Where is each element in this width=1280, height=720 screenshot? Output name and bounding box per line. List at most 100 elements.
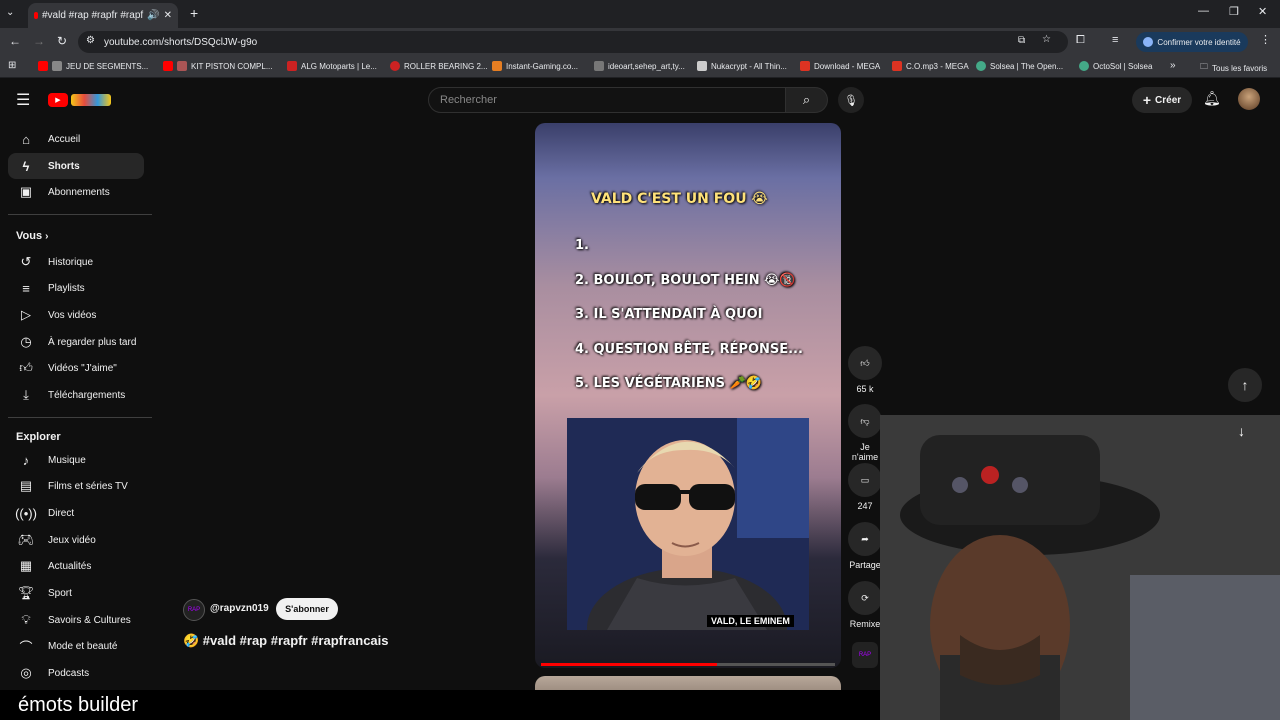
close-window-icon[interactable]: ✕ [1258, 5, 1267, 18]
short-video-player[interactable]: VALD C'EST UN FOU 😭 1. 2. BOULOT, BOULOT… [535, 123, 841, 668]
shorts-icon: ϟ [22, 158, 30, 174]
previous-short-button[interactable]: ↑ [1228, 368, 1262, 402]
search-input[interactable]: Rechercher [428, 87, 786, 113]
bookmark-item[interactable]: Solsea | The Open... [976, 61, 1063, 71]
audio-source-thumbnail[interactable]: RAP [852, 642, 878, 668]
more-bookmarks-icon[interactable]: » [1170, 60, 1176, 71]
like-button[interactable]: 👍︎ 65 k [848, 346, 882, 394]
forward-icon[interactable]: → [33, 34, 45, 48]
sidebar-item-music[interactable]: ♪ Musique [8, 447, 144, 473]
sidebar-divider [8, 214, 152, 215]
speaker-icon[interactable]: 🔊 [147, 10, 159, 21]
bookmark-star-icon[interactable]: ☆ [1042, 34, 1051, 45]
subscribe-button[interactable]: S'abonner [276, 598, 338, 620]
extensions-icon[interactable]: ⧠ [1076, 34, 1085, 47]
sidebar-item-live[interactable]: ((•)) Direct [8, 500, 144, 526]
new-tab-icon[interactable]: + [190, 5, 198, 21]
bookmark-item[interactable]: Nukacrypt - All Thin... [697, 61, 787, 71]
stream-overlay-text: émots builder [0, 690, 880, 720]
bookmark-item[interactable]: Instant-Gaming.co... [492, 61, 578, 71]
video-list-item: 5. LES VÉGÉTARIENS 🥕🤣 [575, 376, 762, 391]
bookmark-item[interactable]: KIT PISTON COMPL... [163, 61, 273, 71]
tab-list-icon[interactable]: ⌄ [6, 7, 14, 18]
clock-icon: ◷ [20, 334, 32, 349]
sidebar-item-liked-videos[interactable]: 👍︎ Vidéos "J'aime" [8, 355, 144, 381]
youtube-icon [38, 61, 48, 71]
bookmark-item[interactable]: C.O.mp3 - MEGA [892, 61, 969, 71]
search-button[interactable]: ⌕ [786, 87, 828, 113]
sidebar-item-fashion-beauty[interactable]: ⌒ Mode et beauté [8, 633, 144, 659]
url-field[interactable]: ⚙ youtube.com/shorts/DSQclJW-g9o ⧉ ☆ [78, 31, 1068, 53]
sidebar-item-playlists[interactable]: ≡ Playlists [8, 275, 144, 301]
video-title-overlay: VALD C'EST UN FOU 😭 [591, 191, 768, 207]
sidebar-item-movies-tv[interactable]: ▤ Films et séries TV [8, 473, 144, 499]
sidebar-item-learning[interactable]: 💡︎ Savoirs & Cultures [8, 607, 144, 633]
sidebar-section-you[interactable]: Vous › [16, 230, 48, 242]
like-count: 65 k [856, 384, 874, 394]
bookmark-item[interactable]: ALG Motoparts | Le... [287, 61, 377, 71]
all-favorites-folder[interactable]: 🗀 Tous les favoris [1200, 61, 1267, 75]
notifications-bell-icon[interactable]: 🔔︎ [1203, 90, 1221, 107]
bookmark-favicon-icon [52, 61, 62, 71]
sidebar-item-news[interactable]: ▦ Actualités [8, 553, 144, 579]
youtube-logo[interactable]: ▶ [48, 92, 112, 108]
plus-icon: + [1142, 92, 1152, 108]
hamburger-menu-icon[interactable]: ☰ [16, 90, 30, 110]
close-tab-icon[interactable]: ✕ [164, 10, 172, 21]
avatar[interactable] [1238, 88, 1260, 110]
site-info-icon[interactable]: ⚙ [86, 35, 95, 46]
restore-icon[interactable]: ❐ [1229, 5, 1239, 18]
sidebar-item-home[interactable]: ⌂ Accueil [8, 126, 144, 152]
sidebar-item-shorts[interactable]: ϟ Shorts [8, 153, 144, 179]
browser-menu-icon[interactable]: ⋮ [1260, 33, 1271, 46]
minimize-icon[interactable]: — [1198, 5, 1209, 17]
reload-icon[interactable]: ↻ [57, 34, 67, 48]
bookmarks-bar: ⊞ JEU DE SEGMENTS... KIT PISTON COMPL...… [0, 56, 1280, 78]
install-icon[interactable]: ⧉ [1018, 35, 1025, 46]
video-list-item: 3. IL S'ATTENDAIT À QUOI [575, 307, 763, 322]
profile-icon [1143, 37, 1154, 47]
remix-button[interactable]: ⟳ Remixe [848, 581, 882, 629]
sidebar-item-subscriptions[interactable]: ▣ Abonnements [8, 179, 144, 205]
home-icon: ⌂ [22, 131, 30, 147]
reading-list-icon[interactable]: ≡ [1112, 34, 1118, 46]
share-button[interactable]: ➦ Partage [848, 522, 882, 570]
mega-icon [800, 61, 810, 71]
gamepad-icon: 🎮︎ [17, 532, 35, 547]
comments-button[interactable]: ▭ 247 [848, 463, 882, 511]
sidebar-item-gaming[interactable]: 🎮︎ Jeux vidéo [8, 527, 144, 553]
bookmark-item[interactable]: ROLLER BEARING 2... [390, 61, 488, 71]
browser-tab[interactable]: #vald #rap #rapfr #rapf 🔊 ✕ [28, 3, 178, 28]
confirm-identity-button[interactable]: Confirmer votre identité [1136, 32, 1248, 52]
bookmark-item[interactable]: OctoSol | Solsea [1079, 61, 1152, 71]
back-icon[interactable]: ← [9, 34, 21, 48]
history-icon: ↺ [20, 254, 32, 269]
arrow-down-icon[interactable]: ↓ [1238, 423, 1245, 439]
sidebar-item-your-videos[interactable]: ▷ Vos vidéos [8, 302, 144, 328]
apps-grid-icon[interactable]: ⊞ [8, 60, 16, 71]
microphone-icon: 🎙 [844, 94, 858, 107]
bookmark-item[interactable]: JEU DE SEGMENTS... [38, 61, 148, 71]
sidebar-item-watch-later[interactable]: ◷ À regarder plus tard [8, 329, 144, 355]
address-bar-row: ← → ↻ ⚙ youtube.com/shorts/DSQclJW-g9o ⧉… [0, 28, 1280, 56]
chevron-right-icon: › [45, 231, 49, 242]
sidebar-item-podcasts[interactable]: ◎ Podcasts [8, 660, 144, 686]
bookmark-favicon-icon [390, 61, 400, 71]
channel-avatar[interactable]: RAP [183, 599, 205, 621]
sidebar-item-history[interactable]: ↺ Historique [8, 249, 144, 275]
video-hashtags[interactable]: 🤣 #vald #rap #rapfr #rapfrancais [183, 633, 389, 649]
channel-name[interactable]: @rapvzn019 [210, 603, 269, 614]
sidebar-item-sport[interactable]: 🏆︎ Sport [8, 580, 144, 606]
bookmark-item[interactable]: Download - MEGA [800, 61, 880, 71]
thumbs-up-icon: 👍︎ [19, 360, 33, 375]
create-button[interactable]: + Créer [1132, 87, 1192, 113]
person-illustration [567, 418, 809, 630]
lightbulb-icon: 💡︎ [21, 612, 31, 627]
podcast-icon: ◎ [20, 665, 32, 680]
progress-track[interactable] [541, 663, 835, 666]
voice-search-button[interactable]: 🎙 [838, 87, 864, 113]
bookmark-item[interactable]: ideoart,sehep_art,ty... [594, 61, 685, 71]
dislike-button[interactable]: 👎︎ Je n'aime [848, 404, 882, 462]
sidebar-item-downloads[interactable]: ⤓ Téléchargements [8, 382, 144, 408]
comment-icon: ▭ [848, 463, 882, 497]
